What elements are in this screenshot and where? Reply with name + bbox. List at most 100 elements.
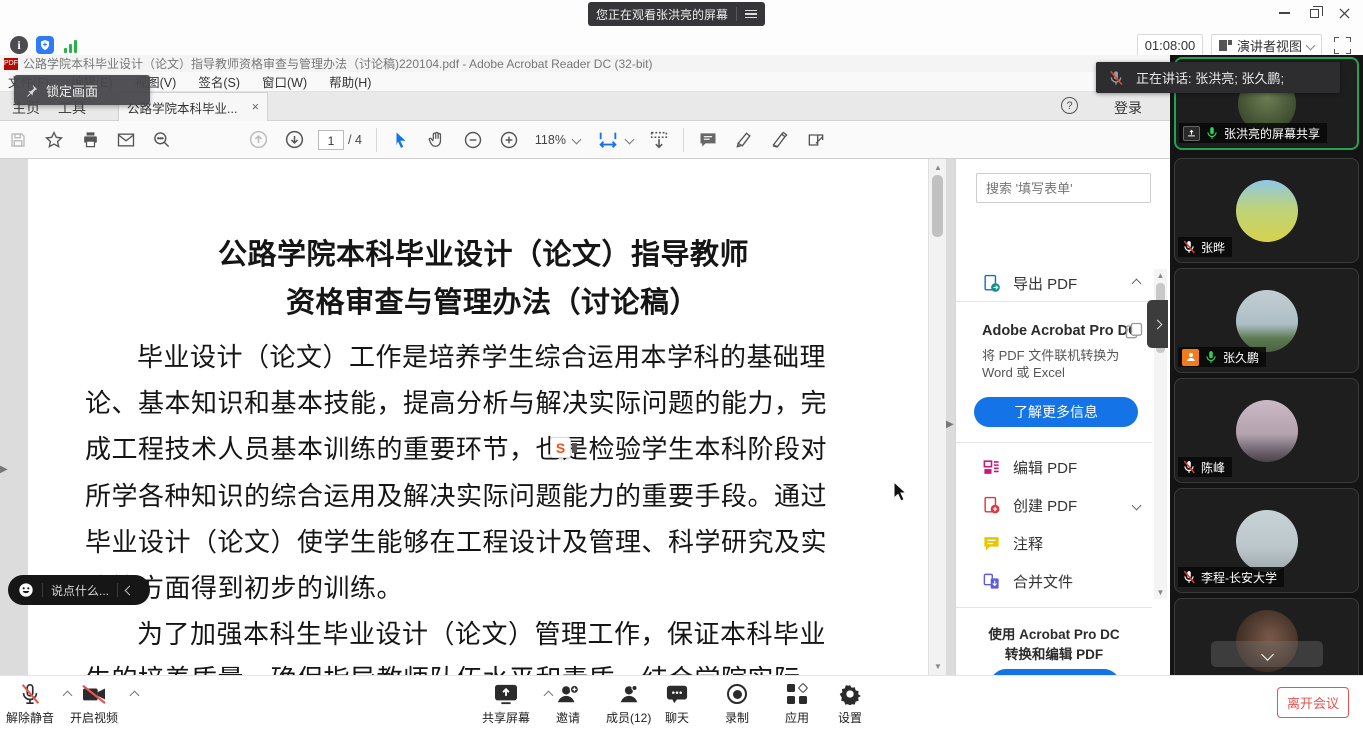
send-signature-button[interactable] [798, 125, 834, 155]
person-add-icon [556, 683, 580, 705]
chevron-left-icon[interactable] [125, 585, 135, 595]
meeting-timer: 01:08:00 [1137, 34, 1203, 57]
meeting-titlebar: 您正在观看张洪亮的屏幕 [0, 0, 1363, 28]
edit-pdf-tool[interactable]: 编辑 PDF [956, 451, 1152, 483]
share-options-icon[interactable] [544, 691, 554, 701]
unmute-label: 解除静音 [6, 709, 54, 726]
banner-menu-icon[interactable] [745, 10, 757, 19]
hand-tool-button[interactable] [419, 125, 455, 155]
unmute-button[interactable]: 解除静音 [6, 682, 54, 726]
chevron-up-icon[interactable] [1132, 278, 1142, 288]
speaking-toast: 正在讲话: 张洪亮; 张久鹏; [1096, 62, 1340, 93]
meeting-info-icon[interactable]: i [10, 36, 28, 54]
create-pdf-tool[interactable]: 创建 PDF [956, 489, 1152, 521]
mic-muted-icon [1182, 570, 1196, 584]
participant-tile-partial[interactable] [1174, 598, 1359, 675]
quick-chat-placeholder[interactable]: 说点什么... [51, 582, 109, 599]
invite-button[interactable]: 邀请 [556, 682, 580, 726]
doc-body-line: 毕业设计（论文）工作是培养学生综合运用本学科的基础理 [137, 337, 826, 374]
participant-tile[interactable]: 张久鹏 [1174, 268, 1359, 373]
menu-sign[interactable]: 签名(S) [198, 72, 240, 91]
learn-more-button[interactable]: 了解更多信息 [974, 397, 1138, 427]
select-tool-button[interactable] [383, 125, 419, 155]
zoom-level-value[interactable]: 118% [535, 133, 566, 147]
doc-body-line: 论、基本知识和基本技能，提高分析与解决实际问题的能力，完 [85, 383, 827, 420]
view-mode-button[interactable]: 演讲者视图 [1211, 34, 1322, 57]
search-button[interactable] [144, 125, 180, 155]
minimize-button[interactable] [1269, 0, 1299, 26]
chevron-down-icon [1261, 648, 1274, 661]
previous-page-button[interactable] [240, 125, 276, 155]
start-video-button[interactable]: 开启视频 [70, 682, 118, 726]
tab-close-icon[interactable]: × [252, 100, 259, 114]
acrobat-window: PDF 公路学院本科毕业设计（论文）指导教师资格审查与管理办法（讨论稿)2201… [0, 55, 1170, 675]
chat-button[interactable]: 聊天 [665, 682, 689, 726]
edit-pdf-icon [982, 458, 1001, 477]
members-button[interactable]: 成员(12) [606, 682, 651, 726]
highlight-tool-button[interactable] [726, 125, 762, 155]
participant-tile[interactable]: 陈峰 [1174, 378, 1359, 483]
export-pdf-tool[interactable]: 导出 PDF [956, 267, 1152, 299]
participant-name: 张晔 [1201, 239, 1225, 256]
panel-collapse-handle[interactable] [1147, 300, 1168, 348]
speaking-toast-text: 正在讲话: 张洪亮; 张久鹏; [1136, 68, 1284, 87]
apps-button[interactable]: 应用 [785, 682, 809, 726]
comment-tool-button[interactable] [690, 125, 726, 155]
acrobat-tools-sidebar: 导出 PDF Adobe Acrobat Pro DC 将 PDF 文件联机转换… [955, 159, 1170, 675]
print-button[interactable] [72, 125, 108, 155]
scroll-down-icon[interactable]: ▼ [1154, 588, 1167, 597]
fit-dropdown-icon[interactable] [625, 135, 635, 145]
scroll-up-icon[interactable]: ▲ [1154, 271, 1167, 280]
restore-button[interactable] [1299, 0, 1329, 26]
record-button[interactable]: 录制 [725, 682, 749, 726]
scrollbar-thumb[interactable] [932, 175, 943, 237]
promo-title: Adobe Acrobat Pro DC [982, 323, 1139, 339]
share-screen-label: 共享屏幕 [482, 709, 530, 726]
next-page-button[interactable] [276, 125, 312, 155]
scroll-down-icon[interactable]: ▼ [929, 662, 947, 671]
mic-muted-icon [1108, 70, 1124, 86]
sign-in-link[interactable]: 登录 [1114, 98, 1142, 118]
participant-tile[interactable]: 张晔 [1174, 158, 1359, 263]
menu-window[interactable]: 窗口(W) [262, 72, 307, 91]
document-scrollbar[interactable]: ▲ ▼ [928, 159, 946, 675]
fullscreen-button[interactable] [1334, 37, 1351, 54]
zoom-out-button[interactable] [455, 125, 491, 155]
share-screen-button[interactable]: 共享屏幕 [482, 682, 530, 726]
scroll-up-icon[interactable]: ▲ [929, 163, 947, 172]
apps-label: 应用 [785, 709, 809, 726]
save-button[interactable] [0, 125, 36, 155]
settings-button[interactable]: 设置 [838, 682, 862, 726]
comment-tool[interactable]: 注释 [956, 527, 1152, 559]
left-panel-expand-icon[interactable]: ▶ [0, 464, 8, 475]
combine-files-tool[interactable]: 合并文件 [956, 565, 1152, 597]
zoom-dropdown-icon[interactable] [572, 135, 582, 145]
quick-chat-bubble[interactable]: 说点什么... [8, 575, 150, 605]
sidebar-collapse-icon[interactable]: ▶ [946, 419, 954, 430]
video-options-icon[interactable] [130, 691, 140, 701]
doc-title-line1: 公路学院本科毕业设计（论文）指导教师 [218, 231, 749, 273]
help-icon[interactable]: ? [1061, 97, 1078, 114]
leave-meeting-button[interactable]: 离开会议 [1277, 687, 1349, 718]
chevron-down-icon[interactable] [1132, 500, 1142, 510]
watching-banner[interactable]: 您正在观看张洪亮的屏幕 [588, 2, 765, 26]
fill-sign-button[interactable] [762, 125, 798, 155]
page-number-input[interactable]: 1 [318, 130, 344, 150]
minus-circle-icon [463, 130, 483, 150]
record-icon [727, 684, 747, 704]
menu-help[interactable]: 帮助(H) [329, 72, 371, 91]
page-total-label: / 4 [348, 133, 362, 147]
emoji-icon[interactable] [18, 582, 34, 598]
bookmark-button[interactable] [36, 125, 72, 155]
zoom-in-button[interactable] [491, 125, 527, 155]
fit-width-button[interactable] [590, 125, 626, 155]
close-button[interactable] [1329, 0, 1359, 26]
tools-search-input[interactable] [976, 173, 1151, 203]
scroll-more-participants-button[interactable] [1211, 641, 1323, 667]
security-shield-icon[interactable] [36, 36, 54, 54]
page-display-button[interactable] [641, 125, 677, 155]
email-button[interactable] [108, 125, 144, 155]
participant-tile[interactable]: 李程-长安大学 [1174, 488, 1359, 593]
fit-width-icon [597, 129, 619, 151]
host-badge-icon [1182, 349, 1199, 366]
